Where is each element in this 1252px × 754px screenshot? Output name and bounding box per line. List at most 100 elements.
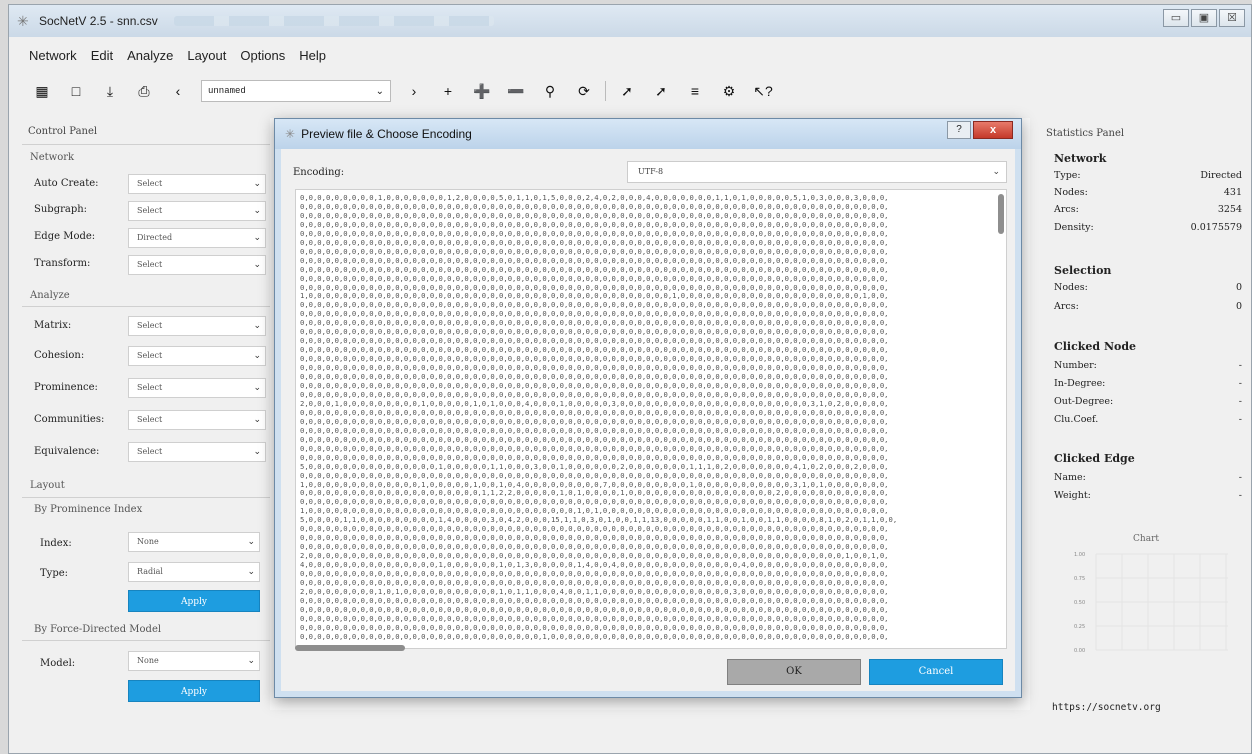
zoom-in-icon[interactable]: ➕ — [465, 79, 499, 103]
prominence-select[interactable]: Select ⌄ — [128, 378, 266, 398]
prev-relation-button[interactable]: ‹ — [161, 79, 195, 103]
clicked-node-heading: Clicked Node — [1054, 340, 1137, 353]
index-label: Index: — [40, 538, 72, 549]
in-degree-label: In-Degree: — [1054, 378, 1106, 389]
filter-icon[interactable]: ≡ — [678, 79, 712, 103]
horizontal-scrollbar[interactable] — [295, 645, 405, 651]
chevron-down-icon: ⌄ — [253, 415, 261, 425]
new-file-icon[interactable]: □ — [59, 79, 93, 103]
file-preview-content: 0,0,0,0,0,0,0,0,0,1,0,0,0,0,0,0,0,1,2,0,… — [300, 193, 898, 641]
chevron-down-icon: ⌄ — [253, 260, 261, 270]
whats-this-help-icon[interactable]: ↖? — [746, 79, 780, 103]
index-select[interactable]: None ⌄ — [128, 532, 260, 552]
dialog-close-button[interactable]: x — [973, 121, 1013, 139]
clu-coef-value: - — [1238, 414, 1242, 425]
arcs-stat-value: 3254 — [1217, 204, 1242, 215]
menu-edit[interactable]: Edit — [91, 48, 113, 63]
chevron-down-icon: ⌄ — [375, 85, 384, 97]
relation-select[interactable]: unnamed ⌄ — [201, 80, 391, 102]
divider — [22, 640, 270, 641]
vertical-scrollbar[interactable] — [998, 194, 1004, 234]
open-folder-icon[interactable]: ▦ — [25, 79, 59, 103]
transform-value: Select — [137, 260, 163, 269]
ok-button[interactable]: OK — [727, 659, 861, 685]
model-select[interactable]: None ⌄ — [128, 651, 260, 671]
edge-mode-value: Directed — [137, 233, 173, 242]
chevron-down-icon: ⌄ — [253, 351, 261, 361]
divider — [22, 144, 270, 145]
apply-prominence-button[interactable]: Apply — [128, 590, 260, 612]
dialog-body: Encoding: UTF-8 ⌄ 0,0,0,0,0,0,0,0,0,1,0,… — [281, 149, 1015, 691]
menu-network[interactable]: Network — [29, 48, 77, 63]
edge-weight-label: Weight: — [1054, 490, 1091, 501]
cohesion-value: Select — [137, 351, 163, 360]
chevron-down-icon: ⌄ — [253, 206, 261, 216]
in-degree-value: - — [1238, 378, 1242, 389]
zoom-out-icon[interactable]: ➖ — [499, 79, 533, 103]
relation-select-value: unnamed — [208, 86, 246, 96]
close-window-button[interactable]: ☒ — [1219, 9, 1245, 27]
chevron-down-icon: ⌄ — [253, 383, 261, 393]
rotate-icon[interactable]: ⟳ — [567, 79, 601, 103]
menu-bar: Network Edit Analyze Layout Options Help — [9, 41, 326, 69]
auto-create-select[interactable]: Select ⌄ — [128, 174, 266, 194]
cancel-button[interactable]: Cancel — [869, 659, 1003, 685]
chart-ytick: 0.50 — [1074, 600, 1085, 606]
dialog-help-button[interactable]: ? — [947, 121, 971, 139]
dialog-title: Preview file & Choose Encoding — [301, 127, 472, 141]
matrix-select[interactable]: Select ⌄ — [128, 316, 266, 336]
add-relation-button[interactable]: + — [431, 79, 465, 103]
minimize-button[interactable]: ▭ — [1163, 9, 1189, 27]
type-value: Radial — [137, 567, 163, 576]
settings-gear-icon[interactable]: ⚙ — [712, 79, 746, 103]
app-icon: ✳ — [17, 13, 29, 29]
menu-help[interactable]: Help — [299, 48, 326, 63]
matrix-label: Matrix: — [34, 320, 72, 331]
subgraph-select[interactable]: Select ⌄ — [128, 201, 266, 221]
arcs-stat-label: Arcs: — [1054, 204, 1079, 215]
socnetv-url[interactable]: https://socnetv.org — [1052, 702, 1161, 713]
communities-select[interactable]: Select ⌄ — [128, 410, 266, 430]
edge-remove-icon[interactable]: ➚ — [644, 79, 678, 103]
edge-mode-label: Edge Mode: — [34, 231, 96, 242]
maximize-button[interactable]: ▣ — [1191, 9, 1217, 27]
communities-value: Select — [137, 415, 163, 424]
type-stat-label: Type: — [1054, 170, 1081, 181]
encoding-select[interactable]: UTF-8 ⌄ — [627, 161, 1007, 183]
nodes-stat-label: Nodes: — [1054, 187, 1088, 198]
app-icon: ✳ — [285, 127, 296, 141]
edge-add-icon[interactable]: ➚ — [610, 79, 644, 103]
toolbar: ▦ □ ⤓ ⎙ ‹ unnamed ⌄ › + ➕ ➖ ⚲ ⟳ ➚ ➚ ≡ ⚙ … — [25, 77, 1025, 105]
chevron-down-icon: ⌄ — [247, 537, 255, 547]
network-stats-heading: Network — [1054, 152, 1107, 165]
edge-mode-select[interactable]: Directed ⌄ — [128, 228, 266, 248]
selection-arcs-label: Arcs: — [1054, 301, 1079, 312]
edge-weight-value: - — [1238, 490, 1242, 501]
chevron-down-icon: ⌄ — [253, 233, 261, 243]
file-preview-text[interactable]: 0,0,0,0,0,0,0,0,0,1,0,0,0,0,0,0,0,1,2,0,… — [295, 189, 1007, 649]
apply-force-button[interactable]: Apply — [128, 680, 260, 702]
transform-label: Transform: — [34, 258, 91, 269]
encoding-label: Encoding: — [293, 167, 345, 178]
menu-layout[interactable]: Layout — [187, 48, 226, 63]
statistics-panel-title: Statistics Panel — [1046, 128, 1125, 139]
menu-analyze[interactable]: Analyze — [127, 48, 173, 63]
search-icon[interactable]: ⚲ — [533, 79, 567, 103]
by-prominence-title: By Prominence Index — [34, 504, 143, 515]
cohesion-select[interactable]: Select ⌄ — [128, 346, 266, 366]
communities-label: Communities: — [34, 414, 105, 425]
number-value: - — [1238, 360, 1242, 371]
transform-select[interactable]: Select ⌄ — [128, 255, 266, 275]
chevron-down-icon: ⌄ — [253, 447, 261, 457]
density-stat-label: Density: — [1054, 222, 1094, 233]
print-icon[interactable]: ⎙ — [127, 79, 161, 103]
equivalence-label: Equivalence: — [34, 446, 100, 457]
menu-options[interactable]: Options — [240, 48, 285, 63]
type-select[interactable]: Radial ⌄ — [128, 562, 260, 582]
chart-ytick: 1.00 — [1074, 552, 1085, 558]
save-download-icon[interactable]: ⤓ — [93, 79, 127, 103]
out-degree-value: - — [1238, 396, 1242, 407]
next-relation-button[interactable]: › — [397, 79, 431, 103]
equivalence-select[interactable]: Select ⌄ — [128, 442, 266, 462]
clu-coef-label: Clu.Coef. — [1054, 414, 1099, 425]
